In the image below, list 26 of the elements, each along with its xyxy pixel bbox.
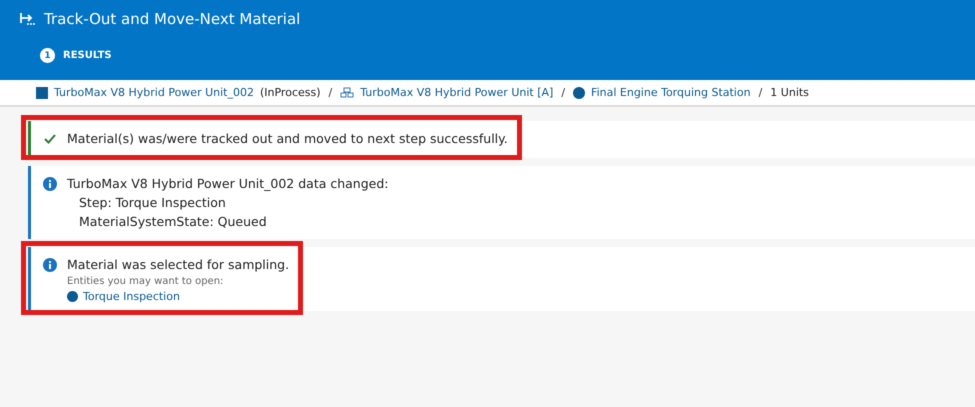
info-icon <box>43 258 57 272</box>
checkmark-icon <box>43 132 57 146</box>
info-icon <box>43 177 57 191</box>
separator: / <box>758 86 762 99</box>
detail-text: MaterialSystemState: Queued <box>79 213 268 231</box>
separator: / <box>328 86 332 99</box>
breadcrumb-item[interactable]: TurboMax V8 Hybrid Power Unit_002 <box>54 86 254 99</box>
circle-icon <box>67 291 78 302</box>
step-label: RESULTS <box>63 50 112 61</box>
separator: / <box>561 86 566 99</box>
breadcrumb-item[interactable]: Final Engine Torquing Station <box>591 86 751 99</box>
window-title: Track-Out and Move-Next Material <box>44 10 300 28</box>
track-out-icon <box>20 12 36 26</box>
message-text: TurboMax V8 Hybrid Power Unit_002 data changed: <box>67 175 388 193</box>
circle-icon <box>573 86 586 98</box>
state-label: (InProcess) <box>260 86 321 99</box>
detail-text: Step: Torque Inspection <box>79 194 227 212</box>
breadcrumb-item: 1 Units <box>770 86 809 99</box>
step-number: 1 <box>40 48 55 63</box>
breadcrumb-item[interactable]: TurboMax V8 Hybrid Power Unit [A] <box>360 86 554 99</box>
message-text: Material was selected for sampling. <box>67 256 290 274</box>
message-text: Material(s) was/were tracked out and moved to next step successfully. <box>67 130 508 148</box>
hint-text: Entities you may want to open: <box>67 276 224 287</box>
square-icon <box>36 86 48 98</box>
product-icon <box>340 86 354 98</box>
entity-link[interactable]: Torque Inspection <box>83 290 180 303</box>
